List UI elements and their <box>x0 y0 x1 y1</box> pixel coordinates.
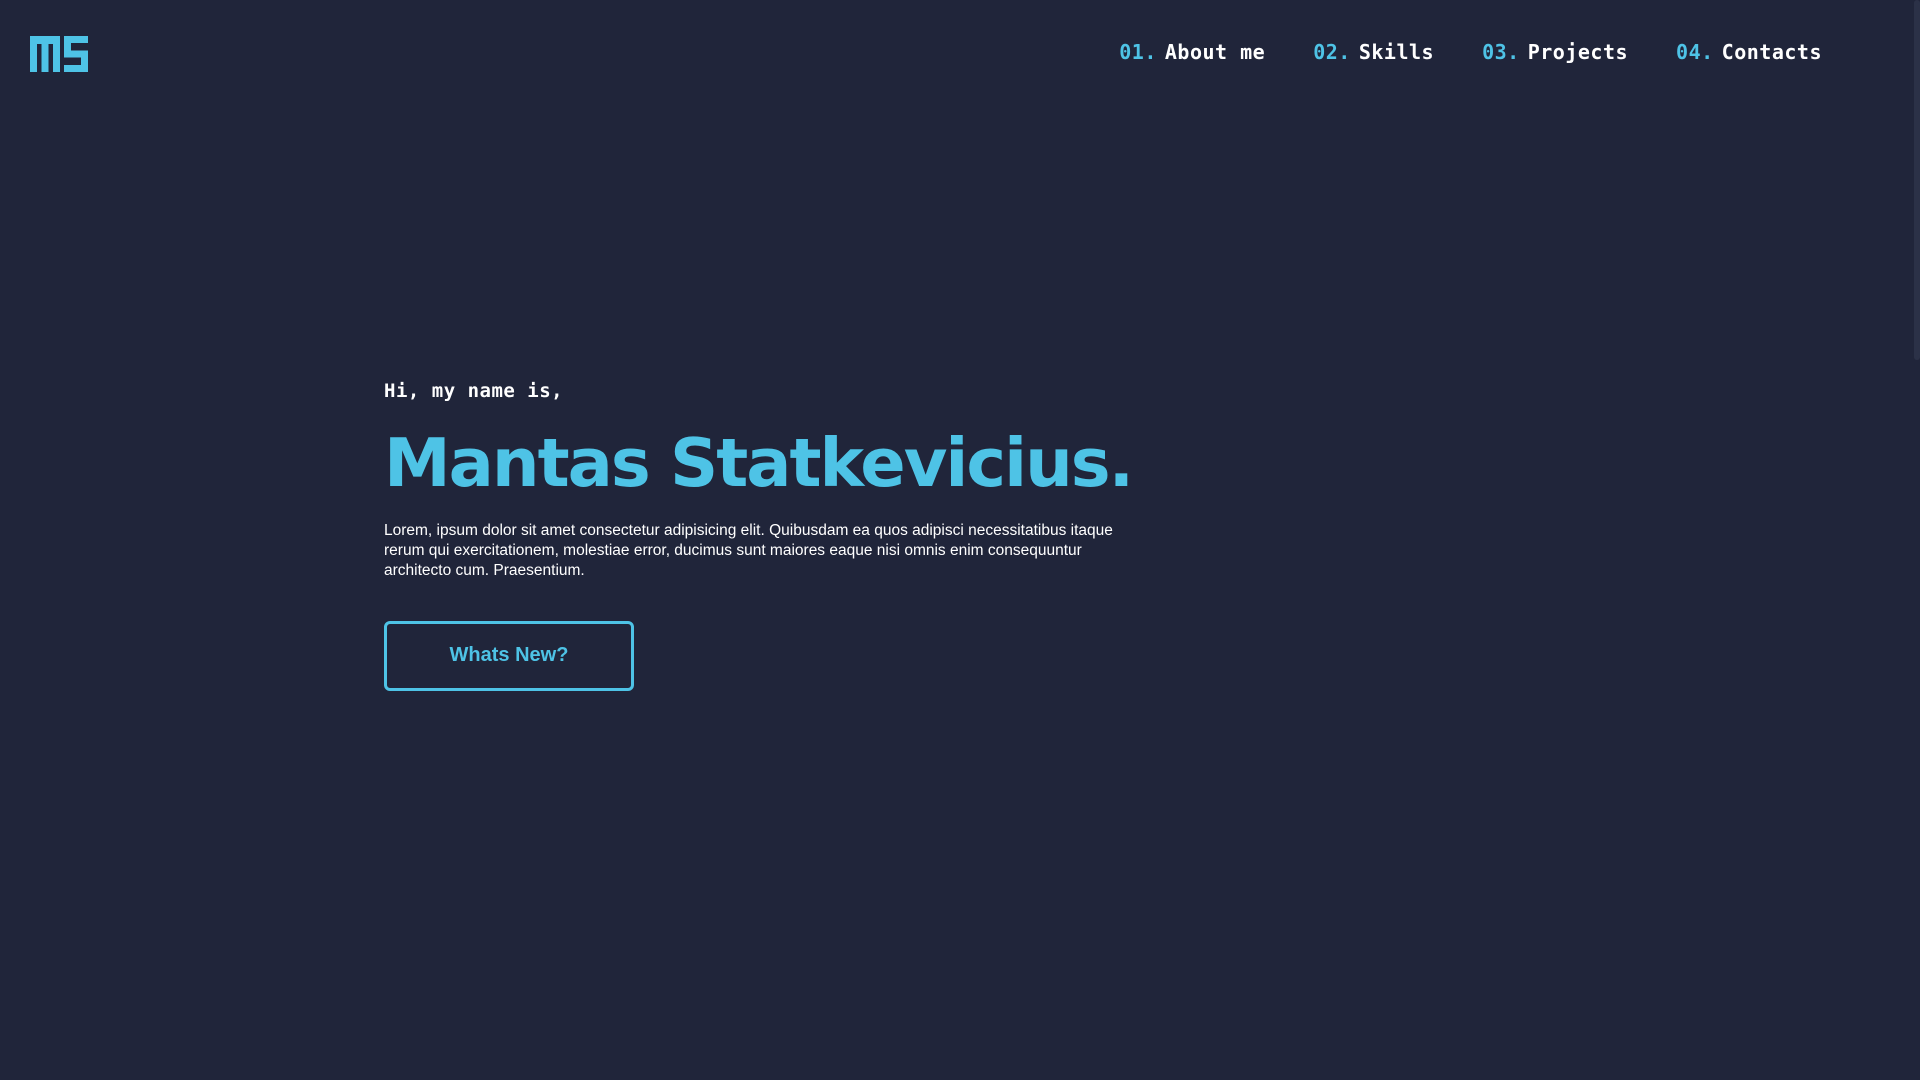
nav-item-skills[interactable]: 02. Skills <box>1313 40 1434 64</box>
hero-name: Mantas Statkevicius. <box>384 424 1134 502</box>
hero-section: Hi, my name is, Mantas Statkevicius. Lor… <box>384 380 1144 691</box>
hero-bio: Lorem, ipsum dolor sit amet consectetur … <box>384 521 1113 579</box>
nav-item-number: 03. <box>1482 40 1520 64</box>
nav-item-label: Projects <box>1527 40 1629 64</box>
whats-new-button[interactable]: Whats New? <box>384 620 634 691</box>
page-scrollbar[interactable] <box>1904 0 1920 1080</box>
nav-item-projects[interactable]: 03. Projects <box>1482 40 1628 64</box>
scrollbar-thumb[interactable] <box>1914 0 1920 360</box>
nav-item-number: 02. <box>1313 40 1351 64</box>
nav-item-label: Skills <box>1358 40 1435 64</box>
main-nav: 01. About me 02. Skills 03. Projects 04.… <box>1119 40 1822 64</box>
nav-item-label: About me <box>1164 40 1266 64</box>
nav-item-label: Contacts <box>1721 40 1822 64</box>
nav-item-contacts[interactable]: 04. Contacts <box>1676 40 1822 64</box>
hero-greeting: Hi, my name is, <box>384 380 564 402</box>
nav-item-about-me[interactable]: 01. About me <box>1119 40 1265 64</box>
nav-item-number: 01. <box>1119 40 1157 64</box>
ms-logo[interactable] <box>30 36 88 72</box>
nav-item-number: 04. <box>1676 40 1714 64</box>
ms-logo-icon <box>30 36 88 72</box>
